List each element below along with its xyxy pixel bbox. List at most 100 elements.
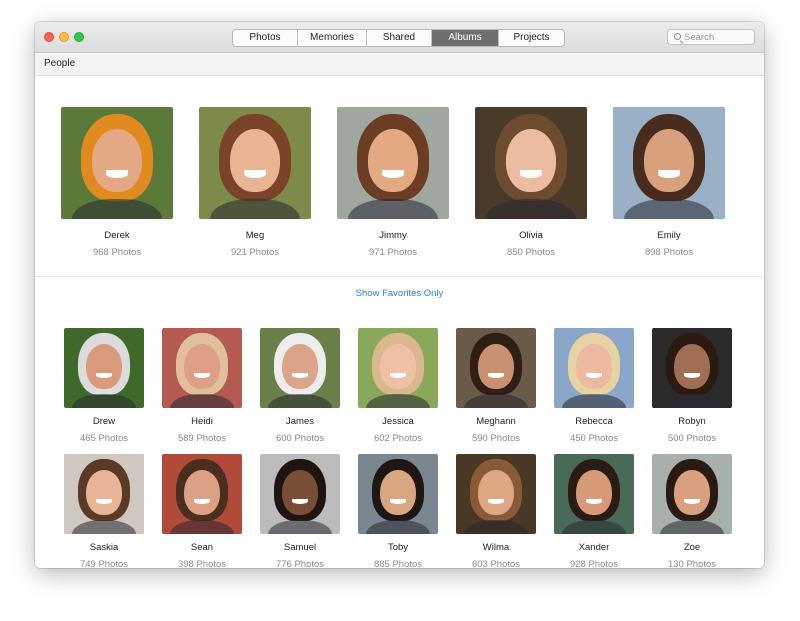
photo-count: 398 Photos <box>177 559 227 568</box>
person-name: Derek <box>104 230 130 241</box>
photo-count: 603 Photos <box>471 559 521 568</box>
person-card[interactable]: Sean 398 Photos <box>157 454 247 568</box>
person-card[interactable]: Drew 465 Photos <box>59 328 149 447</box>
person-photo[interactable] <box>554 454 634 534</box>
person-card[interactable]: Jimmy 971 Photos <box>331 107 455 261</box>
portrait-smile <box>381 169 405 178</box>
portrait-smile <box>519 169 543 178</box>
tab-projects[interactable]: Projects <box>499 30 564 46</box>
zoom-button[interactable] <box>74 32 84 42</box>
person-name: Saskia <box>89 542 119 553</box>
person-photo[interactable] <box>358 454 438 534</box>
portrait-face <box>230 129 280 193</box>
portrait-shoulders <box>348 198 438 219</box>
portrait-shoulders <box>366 393 430 408</box>
person-card[interactable]: Rebecca 450 Photos <box>549 328 639 447</box>
person-photo[interactable] <box>260 454 340 534</box>
person-card[interactable]: Wilma 603 Photos <box>451 454 541 568</box>
portrait-shoulders <box>562 519 626 534</box>
portrait-face <box>576 470 612 515</box>
person-name: Olivia <box>519 230 543 241</box>
person-card[interactable]: James 600 Photos <box>255 328 345 447</box>
person-photo[interactable] <box>162 454 242 534</box>
portrait-face <box>644 129 694 193</box>
person-name: Xander <box>578 542 610 553</box>
person-photo[interactable] <box>456 454 536 534</box>
search-field[interactable]: Search <box>667 29 755 45</box>
portrait-face <box>506 129 556 193</box>
portrait-face <box>86 470 122 515</box>
portrait-shoulders <box>72 393 136 408</box>
person-card[interactable]: Meghann 590 Photos <box>451 328 541 447</box>
person-photo[interactable] <box>475 107 587 219</box>
photos-window: Photos Memories Shared Albums Projects S… <box>35 22 764 568</box>
person-name: Samuel <box>283 542 317 553</box>
portrait-face <box>478 470 514 515</box>
photo-count: 500 Photos <box>667 433 717 444</box>
section-header: People <box>35 53 764 76</box>
person-card[interactable]: Robyn 500 Photos <box>647 328 737 447</box>
person-card[interactable]: Toby 885 Photos <box>353 454 443 568</box>
person-name: Zoe <box>683 542 701 553</box>
person-photo[interactable] <box>64 328 144 408</box>
photo-count: 776 Photos <box>275 559 325 568</box>
person-name: Sean <box>190 542 214 553</box>
page-title: People <box>44 58 76 69</box>
photo-count: 921 Photos <box>230 247 280 258</box>
portrait-shoulders <box>72 198 162 219</box>
title-bar: Photos Memories Shared Albums Projects S… <box>35 22 764 53</box>
tab-albums[interactable]: Albums <box>432 30 499 46</box>
photo-count: 600 Photos <box>275 433 325 444</box>
person-photo[interactable] <box>652 328 732 408</box>
tab-shared[interactable]: Shared <box>367 30 432 46</box>
person-card[interactable]: Emily 898 Photos <box>607 107 731 261</box>
photo-count: 450 Photos <box>569 433 619 444</box>
view-tabs: Photos Memories Shared Albums Projects <box>232 29 565 47</box>
show-favorites-only-link[interactable]: Show Favorites Only <box>35 288 764 299</box>
portrait-smile <box>657 169 681 178</box>
person-card[interactable]: Jessica 602 Photos <box>353 328 443 447</box>
person-photo[interactable] <box>652 454 732 534</box>
person-name: Drew <box>92 416 116 427</box>
portrait-face <box>576 344 612 389</box>
portrait-face <box>478 344 514 389</box>
photo-count: 928 Photos <box>569 559 619 568</box>
person-name: Wilma <box>482 542 510 553</box>
tab-memories[interactable]: Memories <box>298 30 367 46</box>
person-name: Jimmy <box>379 230 407 241</box>
person-photo[interactable] <box>61 107 173 219</box>
portrait-shoulders <box>660 393 724 408</box>
person-card[interactable]: Meg 921 Photos <box>193 107 317 261</box>
person-photo[interactable] <box>162 328 242 408</box>
person-card[interactable]: Zoe 130 Photos <box>647 454 737 568</box>
person-photo[interactable] <box>613 107 725 219</box>
person-card[interactable]: Olivia 850 Photos <box>469 107 593 261</box>
person-card[interactable]: Saskia 749 Photos <box>59 454 149 568</box>
person-photo[interactable] <box>199 107 311 219</box>
minimize-button[interactable] <box>59 32 69 42</box>
person-card[interactable]: Xander 928 Photos <box>549 454 639 568</box>
close-button[interactable] <box>44 32 54 42</box>
portrait-shoulders <box>624 198 714 219</box>
portrait-face <box>92 129 142 193</box>
portrait-face <box>380 344 416 389</box>
person-card[interactable]: Heidi 589 Photos <box>157 328 247 447</box>
person-photo[interactable] <box>260 328 340 408</box>
person-photo[interactable] <box>358 328 438 408</box>
portrait-shoulders <box>72 519 136 534</box>
portrait-shoulders <box>464 393 528 408</box>
portrait-smile <box>243 169 267 178</box>
portrait-face <box>674 344 710 389</box>
portrait-shoulders <box>210 198 300 219</box>
person-photo[interactable] <box>456 328 536 408</box>
photo-count: 749 Photos <box>79 559 129 568</box>
person-photo[interactable] <box>337 107 449 219</box>
person-photo[interactable] <box>554 328 634 408</box>
portrait-shoulders <box>660 519 724 534</box>
photo-count: 589 Photos <box>177 433 227 444</box>
tab-photos[interactable]: Photos <box>233 30 298 46</box>
portrait-shoulders <box>170 393 234 408</box>
person-card[interactable]: Samuel 776 Photos <box>255 454 345 568</box>
person-photo[interactable] <box>64 454 144 534</box>
person-card[interactable]: Derek 968 Photos <box>55 107 179 261</box>
